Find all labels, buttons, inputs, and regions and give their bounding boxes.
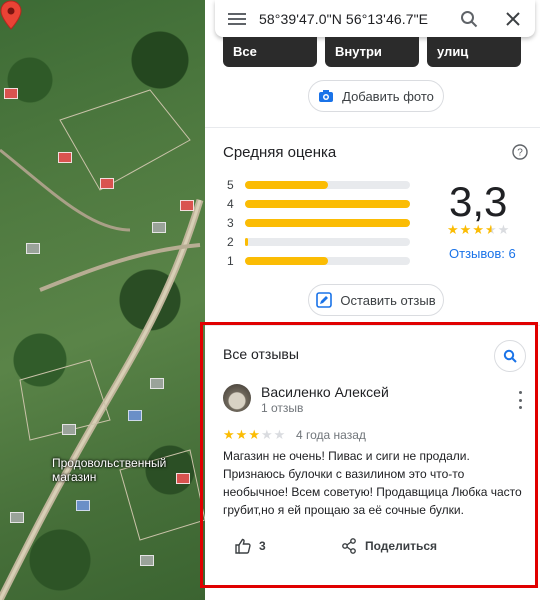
star-icon: ★ (472, 222, 485, 237)
rating-row-1[interactable]: 1 (227, 251, 417, 270)
add-photo-button[interactable]: Добавить фото (308, 80, 444, 112)
star-icon: ★ (484, 222, 498, 237)
building (100, 178, 114, 189)
close-button[interactable] (491, 0, 535, 37)
map-roads (0, 89, 205, 600)
building (150, 378, 164, 389)
rating-bar-track (245, 180, 410, 189)
building (26, 243, 40, 254)
map-pin-icon[interactable] (0, 0, 22, 30)
reviews-count-link[interactable]: Отзывов: 6 (449, 246, 516, 261)
star-icon: ★ (459, 222, 473, 237)
rating-bar-track (245, 199, 410, 208)
building (4, 88, 18, 99)
add-photo-icon (319, 90, 334, 102)
building (152, 222, 166, 233)
rating-row-label: 1 (227, 253, 234, 268)
photo-tab-all[interactable]: Все (223, 37, 317, 67)
satellite-map[interactable]: Продовольственный магазин (0, 0, 205, 600)
photo-tab-inside[interactable]: Внутри (325, 37, 419, 67)
rating-row-label: 5 (227, 177, 234, 192)
building (180, 200, 194, 211)
search-bar: 58°39'47.0"N 56°13'46.7"E (215, 0, 535, 37)
rating-row-2[interactable]: 2 (227, 232, 417, 251)
rating-title: Средняя оценка (223, 144, 337, 161)
rating-row-4[interactable]: 4 (227, 194, 417, 213)
rating-row-label: 3 (227, 215, 234, 230)
photo-tabs: Все Внутри улиц (223, 37, 540, 67)
building (58, 152, 72, 163)
rating-bar-fill (245, 180, 328, 189)
rating-bar-track (245, 256, 410, 265)
write-review-button[interactable]: Оставить отзыв (308, 284, 444, 316)
average-score: 3,3 (449, 178, 508, 225)
building (128, 410, 142, 421)
building (62, 424, 76, 435)
rating-distribution: 5 4 3 2 1 (227, 175, 417, 270)
photo-tab-street[interactable]: улиц (427, 37, 521, 67)
rating-row-3[interactable]: 3 (227, 213, 417, 232)
rating-bar-fill (245, 199, 410, 208)
search-input[interactable]: 58°39'47.0"N 56°13'46.7"E (259, 11, 447, 27)
close-icon (506, 11, 520, 26)
rating-bar-track (245, 237, 410, 246)
search-button[interactable] (447, 0, 491, 37)
highlight-frame (200, 322, 538, 588)
rating-bar-fill (245, 237, 249, 246)
rating-bar-fill (245, 218, 410, 227)
building (10, 512, 24, 523)
average-stars: ★★★★★ (447, 222, 510, 238)
add-photo-label: Добавить фото (342, 88, 434, 104)
rating-bar-track (245, 218, 410, 227)
rating-bar-fill (245, 256, 328, 265)
divider (205, 127, 540, 128)
map-place-label[interactable]: Продовольственный магазин (52, 456, 182, 484)
star-icon: ★ (447, 222, 460, 237)
search-icon (461, 10, 478, 27)
building (76, 500, 90, 511)
rating-row-5[interactable]: 5 (227, 175, 417, 194)
write-review-label: Оставить отзыв (340, 292, 436, 308)
building (140, 555, 154, 566)
write-review-icon (316, 292, 333, 308)
rating-row-label: 2 (227, 234, 234, 249)
menu-icon (228, 12, 246, 25)
star-icon: ★ (497, 222, 511, 237)
help-icon[interactable]: ? (512, 144, 528, 160)
menu-button[interactable] (215, 0, 259, 37)
rating-row-label: 4 (227, 196, 234, 211)
maps-window: Продовольственный магазин 58°39'47.0"N 5… (0, 0, 540, 600)
svg-text:?: ? (517, 148, 523, 159)
